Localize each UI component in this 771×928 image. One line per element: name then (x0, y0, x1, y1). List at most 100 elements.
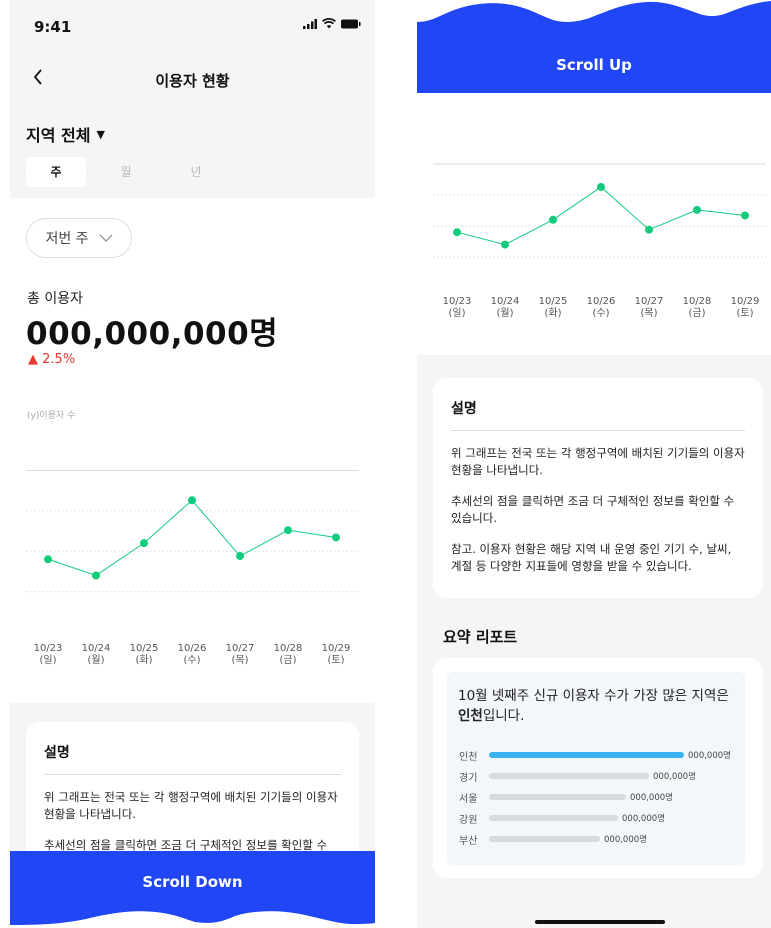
description-title: 설명 (451, 378, 745, 431)
bar-label: 부산 (459, 835, 478, 847)
period-tabs: 주 월 년 (26, 157, 236, 187)
change-value: 2.5% (42, 352, 76, 367)
region-dropdown[interactable]: 지역 전체 ▼ (26, 122, 105, 146)
data-point[interactable] (236, 552, 244, 561)
data-point[interactable] (140, 539, 148, 548)
status-time: 9:41 (34, 18, 72, 36)
x-tick-label: 10/24 (491, 296, 520, 307)
bar-value: 000,000명 (604, 835, 647, 845)
wifi-icon (322, 18, 336, 29)
bar-value: 000,000명 (622, 814, 665, 824)
data-point[interactable] (44, 555, 52, 564)
x-tick-label: (일) (39, 654, 56, 666)
x-tick-label: 10/25 (130, 643, 159, 654)
x-tick-label: 10/29 (731, 296, 760, 307)
right-screen: Scroll Up 10/23 (일) 10/24 (월) 10/25 (화) 10/26(… (417, 0, 771, 928)
data-point[interactable] (597, 182, 605, 191)
x-tick-label: (수) (183, 654, 200, 666)
data-point[interactable] (92, 571, 100, 580)
x-tick-label: 10/24 (82, 643, 111, 654)
scroll-down-button[interactable]: Scroll Down (10, 851, 375, 928)
x-tick-label: (목) (640, 307, 657, 319)
status-icons (303, 18, 361, 29)
data-point[interactable] (453, 228, 461, 237)
summary-card: 10월 넷째주 신규 이용자 수가 가장 많은 지역은 인천입니다. 인천 000… (433, 658, 763, 878)
x-tick-label: (일) (448, 307, 465, 319)
line-chart: 10/23(일) 10/24(월) 10/25(화) 10/26(수) 10/27(목)… (26, 469, 359, 666)
x-tick-label: (목) (231, 654, 248, 666)
tab-month[interactable]: 월 (96, 157, 156, 187)
total-label: 총 이용자 (27, 291, 83, 307)
data-point[interactable] (188, 496, 196, 505)
x-tick-label: (토) (327, 655, 344, 666)
x-tick-label: (화) (135, 654, 152, 666)
bar-value: 000,000명 (630, 793, 673, 803)
series-line (47, 499, 337, 576)
data-point[interactable] (693, 205, 701, 214)
summary-text-pre: 10월 넷째주 신규 이용자 수가 가장 많은 지역은 (458, 688, 729, 704)
scroll-up-label: Scroll Up (556, 56, 632, 74)
x-tick-label: 10/26 (587, 296, 616, 307)
bar (489, 836, 600, 842)
tab-year[interactable]: 년 (166, 157, 226, 187)
bar-value: 000,000명 (688, 751, 731, 761)
x-tick-label: 10/27 (635, 296, 664, 307)
data-point[interactable] (332, 533, 340, 542)
tab-week[interactable]: 주 (26, 157, 86, 187)
bar (489, 815, 618, 821)
data-point[interactable] (501, 240, 509, 249)
bar (489, 794, 626, 800)
signal-icon (303, 19, 317, 29)
data-point[interactable] (645, 225, 653, 234)
line-chart: 10/23(일) 10/24(월) 10/25(화) 10/26(수) 10/27(목)… (433, 163, 766, 319)
x-tick-label: 10/28 (274, 643, 303, 654)
change-badge: ▲ 2.5% (28, 352, 75, 367)
x-tick-label: (화) (544, 307, 561, 319)
summary-text-post: 입니다. (482, 708, 525, 724)
bar (489, 752, 684, 758)
x-tick-label: (월) (87, 654, 104, 666)
scroll-down-label: Scroll Down (142, 873, 243, 891)
summary-text: 10월 넷째주 신규 이용자 수가 가장 많은 지역은 인천입니다. (458, 686, 743, 726)
bar-row: 서울 000,000명 (459, 790, 673, 805)
series-line (456, 186, 746, 246)
bar-label: 경기 (459, 772, 478, 784)
x-tick-label: (토) (736, 308, 753, 319)
wave-decoration (417, 0, 771, 22)
bar-label: 인천 (459, 751, 478, 763)
x-tick-label: (월) (496, 307, 513, 319)
summary-title: 요약 리포트 (443, 628, 518, 646)
scroll-up-button[interactable]: Scroll Up (417, 0, 771, 93)
data-point[interactable] (549, 215, 557, 224)
nav-bar: 이용자 현황 (10, 60, 375, 100)
caret-down-icon: ▼ (96, 127, 105, 141)
left-screen: 9:41 이용자 현황 지역 전체 ▼ 주 월 년 저번 주 총 이용자 000… (10, 0, 375, 928)
x-tick-label: (금) (279, 654, 296, 666)
data-point[interactable] (741, 211, 749, 220)
description-text-3: 참고. 이용자 현황은 해당 지역 내 운영 중인 기기 수, 날씨, 계절 등… (451, 542, 732, 573)
x-tick-label: 10/25 (539, 296, 568, 307)
battery-icon (341, 19, 361, 29)
bar-label: 강원 (459, 814, 478, 826)
x-tick-label: 10/26 (178, 643, 207, 654)
data-point[interactable] (284, 526, 292, 535)
period-label: 저번 주 (45, 231, 89, 247)
x-tick-label: 10/27 (226, 643, 255, 654)
x-tick-label: (금) (688, 307, 705, 319)
home-indicator (535, 920, 665, 924)
region-label: 지역 전체 (26, 126, 91, 145)
chevron-down-icon (99, 234, 112, 242)
description-text-1: 위 그래프는 전국 또는 각 행정구역에 배치된 기기들의 이용자 현황을 나타… (451, 446, 745, 477)
description-card: 설명 위 그래프는 전국 또는 각 행정구역에 배치된 기기들의 이용자 현황을… (433, 378, 763, 598)
x-tick-label: 10/29 (322, 643, 351, 654)
bar-row: 인천 000,000명 (459, 748, 731, 763)
bar-row: 강원 000,000명 (459, 811, 665, 826)
x-tick-label: 10/23 (443, 296, 472, 307)
period-select[interactable]: 저번 주 (26, 218, 132, 258)
bar-row: 부산 000,000명 (459, 832, 647, 847)
x-tick-label: (수) (592, 307, 609, 319)
bar (489, 773, 649, 779)
x-tick-label: 10/23 (34, 643, 63, 654)
status-bar: 9:41 (10, 0, 375, 60)
summary-highlight: 인천 (458, 708, 483, 724)
